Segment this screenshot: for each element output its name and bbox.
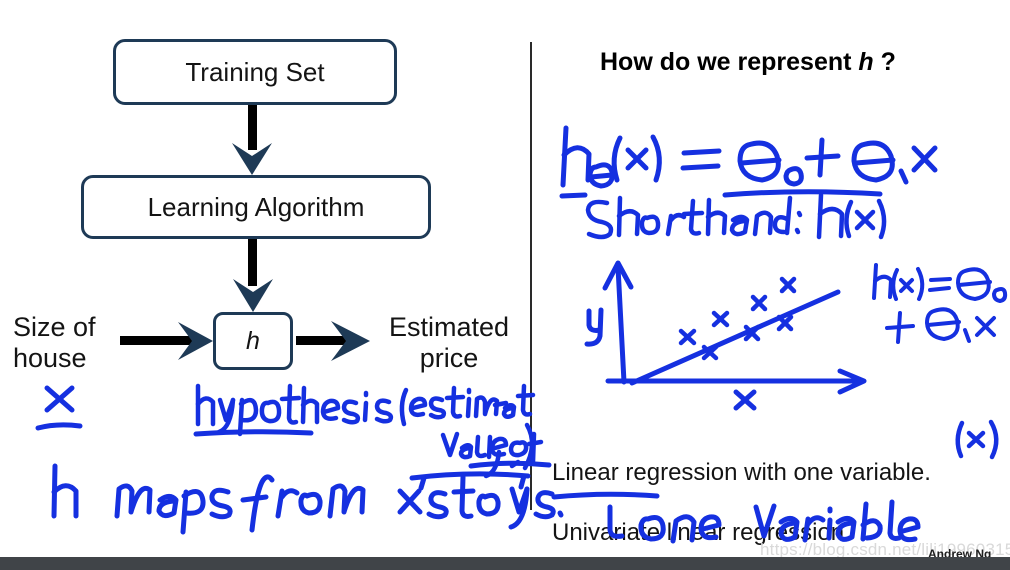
plot-fit-line	[629, 289, 841, 386]
ink-line-annotation	[872, 263, 1008, 344]
ink-shorthand-line	[585, 192, 887, 240]
ink-hypothesis-word	[193, 383, 394, 437]
ink-one-variable-note	[551, 491, 921, 544]
ink-plot-x-label	[733, 389, 757, 411]
handwritten-ink-layer	[35, 125, 1008, 544]
plot-y-axis	[615, 264, 627, 385]
slide-canvas: Training Set Learning Algorithm h Size o…	[0, 0, 1010, 570]
ink-plot-y-label	[584, 307, 604, 347]
ink-input-variable-x	[35, 385, 83, 431]
ink-conclusion-x-annotation	[955, 419, 999, 460]
ink-scatter-plot	[602, 260, 867, 395]
ink-hypothesis-equation	[559, 125, 938, 199]
